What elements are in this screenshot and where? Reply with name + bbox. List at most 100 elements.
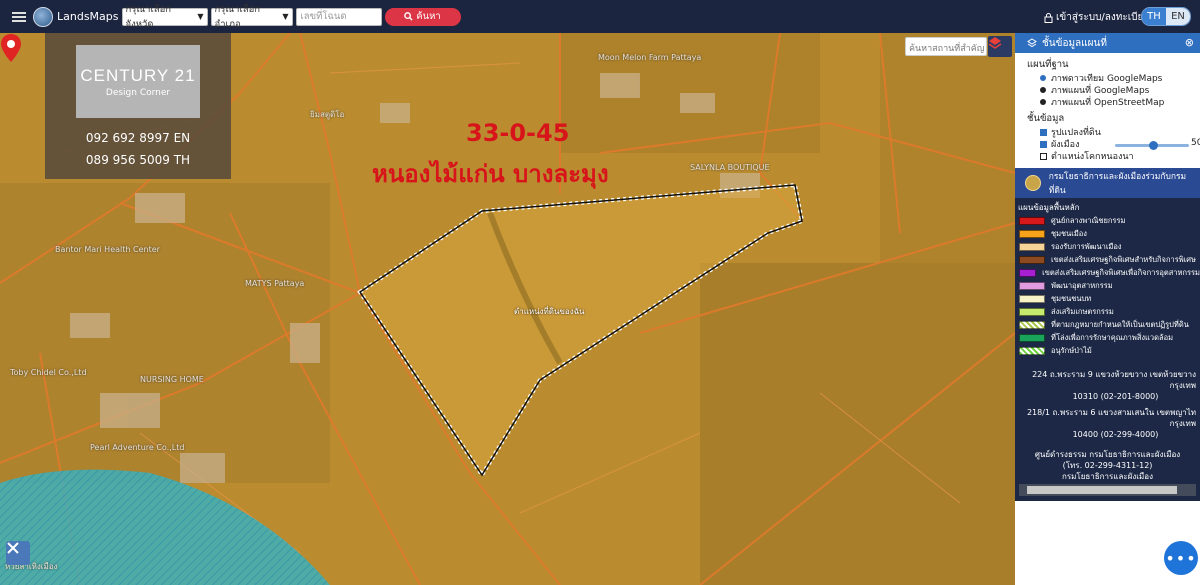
layers-button[interactable] <box>988 36 1012 57</box>
legend-label: ชุมชนชนบท <box>1051 293 1092 303</box>
search-button-label: ค้นหา <box>416 11 441 22</box>
map-label: SALYNLA BOUTIQUE <box>690 163 770 172</box>
org-banner: กรมโยธาธิการและผังเมืองร่วมกับกรมที่ดิน <box>1015 168 1200 198</box>
measure-tool-button[interactable] <box>6 541 30 565</box>
address-1-postcode: 10310 (02-201-8000) <box>1072 392 1159 401</box>
top-bar: LandsMaps กรุณาเลือกจังหวัด ▼ กรุณาเลือกอ… <box>0 0 1200 33</box>
legend-swatch <box>1019 255 1045 264</box>
opacity-value: 50% <box>1191 138 1200 148</box>
deed-number-input[interactable]: เลขที่โฉนด <box>295 7 382 26</box>
chevron-down-icon: ▼ <box>197 12 204 21</box>
checkbox-icon[interactable] <box>1040 152 1047 160</box>
basemap-heading: แผนที่ฐาน <box>1027 59 1069 70</box>
radio-icon[interactable] <box>1040 99 1046 105</box>
radio-icon[interactable] <box>1040 87 1046 93</box>
chevron-down-icon: ▼ <box>282 12 289 21</box>
legend-area: แผนข้อมูลพื้นหลัก ศูนย์กลางพาณิชยกรรมชุม… <box>1015 198 1200 501</box>
legend-swatch <box>1019 281 1045 290</box>
contact-center-2: (โทร. 02-299-4311-12) <box>1062 461 1153 470</box>
legend-swatch <box>1019 242 1045 251</box>
scrollbar-thumb[interactable] <box>1027 486 1177 494</box>
legend-item: เขตส่งเสริมเศรษฐกิจพิเศษสำหรับกิจการพิเศ… <box>1019 253 1200 266</box>
legend-item: ศูนย์กลางพาณิชยกรรม <box>1019 214 1200 227</box>
place-search-placeholder: ค้นหาสถานที่สำคัญ <box>909 44 985 54</box>
province-select[interactable]: กรุณาเลือกจังหวัด ▼ <box>121 4 208 30</box>
legend-swatch <box>1019 346 1045 355</box>
more-dots-icon: ••• <box>1165 548 1197 568</box>
layer-label: ตำแหน่งโคกหนองนา <box>1051 152 1134 162</box>
lang-th-button[interactable]: TH <box>1142 8 1166 25</box>
map-label: NURSING HOME <box>140 375 204 384</box>
logo-icon <box>33 6 53 27</box>
legend-item: ที่ตามกฎหมายกำหนดให้เป็นเขตปฏิรูปที่ดิน <box>1019 318 1200 331</box>
lang-en-button[interactable]: EN <box>1166 8 1190 25</box>
legend-swatch <box>1019 216 1045 225</box>
search-button[interactable]: ค้นหา <box>384 7 461 26</box>
opacity-slider[interactable] <box>1115 141 1189 150</box>
legend-item: พัฒนาอุตสาหกรรม <box>1019 279 1200 292</box>
tools-icon <box>7 542 19 554</box>
legend-swatch <box>1019 307 1045 316</box>
panel-header: ชั้นข้อมูลแผนที่ ⊗ <box>1015 33 1200 53</box>
legend-swatch <box>1019 294 1045 303</box>
layer-panel: ชั้นข้อมูลแผนที่ ⊗ แผนที่ฐาน ภาพดาวเทียม… <box>1015 33 1200 585</box>
legend-swatch <box>1019 333 1045 342</box>
map-label: MATYS Pattaya <box>245 279 305 288</box>
app: LandsMaps กรุณาเลือกจังหวัด ▼ กรุณาเลือกอ… <box>0 0 1200 585</box>
close-icon[interactable]: ⊗ <box>1185 36 1194 49</box>
legend-title: แผนข้อมูลพื้นหลัก <box>1018 203 1080 212</box>
layers-heading: ชั้นข้อมูล <box>1027 113 1065 124</box>
language-toggle[interactable]: TH EN <box>1141 7 1191 26</box>
org-name: กรมโยธาธิการและผังเมืองร่วมกับกรมที่ดิน <box>1048 172 1187 196</box>
legend-item: ชุมชนเมือง <box>1019 227 1200 240</box>
legend-label: เขตส่งเสริมเศรษฐกิจพิเศษเพื่อกิจการอุตสา… <box>1042 267 1200 277</box>
menu-icon[interactable] <box>12 11 26 22</box>
checkbox-checked-icon[interactable] <box>1040 128 1047 136</box>
basemap-option-osm[interactable]: ภาพแผนที่ OpenStreetMap <box>1040 96 1200 108</box>
agent-watermark: CENTURY 21 Design Corner 092 692 8997 EN… <box>45 33 231 179</box>
plot-size-label: 33-0-45 <box>466 119 570 147</box>
address-1: 224 ถ.พระราม 9 แขวงห้วยขวาง เขตห้วยขวาง … <box>1032 370 1196 390</box>
legend-swatch <box>1019 229 1045 238</box>
search-icon <box>404 12 413 21</box>
legend-label: ที่โล่งเพื่อการรักษาคุณภาพสิ่งแวดล้อม <box>1051 332 1174 342</box>
pin-label: ตำแหน่งที่ดินของฉัน <box>514 307 585 316</box>
location-pin-icon[interactable] <box>0 33 22 63</box>
login-link[interactable]: เข้าสู่ระบบ/ลงทะเบียน <box>1044 10 1150 25</box>
checkbox-checked-icon[interactable] <box>1040 140 1047 148</box>
login-label: เข้าสู่ระบบ/ลงทะเบียน <box>1056 12 1151 23</box>
legend-item: เขตส่งเสริมเศรษฐกิจพิเศษเพื่อกิจการอุตสา… <box>1019 266 1200 279</box>
slider-handle[interactable] <box>1149 141 1158 150</box>
layers-icon <box>988 37 1002 49</box>
map-label: ยิมสตูดิโอ <box>310 110 345 119</box>
legend-item: รองรับการพัฒนาเมือง <box>1019 240 1200 253</box>
legend-label: ศูนย์กลางพาณิชยกรรม <box>1051 215 1126 225</box>
more-options-button[interactable]: ••• <box>1164 541 1198 575</box>
legend-label: ส่งเสริมเกษตรกรรม <box>1051 306 1114 316</box>
legend-label: รองรับการพัฒนาเมือง <box>1051 241 1122 251</box>
legend-swatch <box>1019 320 1045 329</box>
place-search-input[interactable]: ค้นหาสถานที่สำคัญ <box>905 37 987 56</box>
radio-icon[interactable] <box>1040 75 1046 81</box>
agent-phone-en: 092 692 8997 EN <box>85 131 191 145</box>
map-label: Bantor Mari Health Center <box>55 245 160 254</box>
legend-label: พัฒนาอุตสาหกรรม <box>1051 280 1113 290</box>
map-label: Pearl Adventure Co.,Ltd <box>90 443 185 452</box>
legend-label: เขตส่งเสริมเศรษฐกิจพิเศษสำหรับกิจการพิเศ… <box>1051 254 1196 264</box>
province-select-value: กรุณาเลือกจังหวัด <box>125 3 172 30</box>
panel-title: ชั้นข้อมูลแผนที่ <box>1042 37 1107 49</box>
district-select-value: กรุณาเลือกอำเภอ <box>214 3 261 30</box>
basemap-label: ภาพแผนที่ OpenStreetMap <box>1051 98 1165 108</box>
legend-label: อนุรักษ์ป่าไม้ <box>1051 345 1092 355</box>
agent-logo: CENTURY 21 Design Corner <box>76 45 200 118</box>
map-canvas[interactable]: Moon Melon Farm Pattaya ยิมสตูดิโอ SALYN… <box>0 33 1015 585</box>
map-label: Moon Melon Farm Pattaya <box>598 53 702 62</box>
layers-icon <box>1027 38 1037 48</box>
district-select[interactable]: กรุณาเลือกอำเภอ ▼ <box>210 4 293 30</box>
layer-khoknongna[interactable]: ตำแหน่งโคกหนองนา <box>1040 150 1200 162</box>
agent-phone-th: 089 956 5009 TH <box>85 153 191 167</box>
horizontal-scrollbar[interactable] <box>1019 484 1196 496</box>
address-2: 218/1 ถ.พระราม 6 แขวงสามเสนใน เขตพญาไท ก… <box>1026 408 1196 428</box>
org-seal-icon <box>1025 175 1041 191</box>
legend-item: อนุรักษ์ป่าไม้ <box>1019 344 1200 357</box>
